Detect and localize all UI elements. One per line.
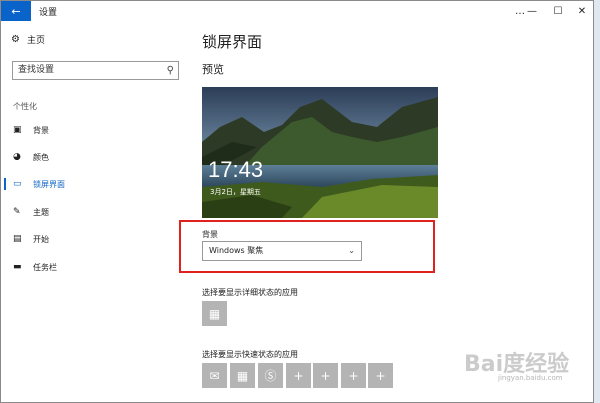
window-title: 设置 [39,8,58,18]
title-bar: ← 设置 … — ☐ ✕ [1,1,593,21]
maximize-button[interactable]: ☐ [545,1,571,21]
quick-status-calendar-tile[interactable]: ▦ [230,363,255,388]
background-label: 背景 [202,230,218,239]
calendar-icon: ▦ [236,368,249,383]
sidebar-item-background[interactable]: ▣ 背景 [1,121,191,139]
start-icon: ▤ [13,234,22,244]
sidebar: ⚙ 主页 查找设置 ⚲ 个性化 ▣ 背景 ◕ 颜色 ▭ 锁屏界面 ✎ 主题 ▤ … [1,21,191,402]
sidebar-item-start[interactable]: ▤ 开始 [1,230,191,248]
detail-status-app-tile[interactable]: ▦ [202,301,227,326]
plus-icon: + [293,368,304,383]
quick-status-skype-tile[interactable]: Ⓢ [258,363,283,388]
mail-icon: ✉ [209,368,220,383]
gear-icon: ⚙ [11,34,20,45]
plus-icon: + [375,368,386,383]
watermark-url: jingyan.baidu.com [498,374,563,382]
calendar-icon: ▦ [208,306,221,321]
plus-icon: + [348,368,359,383]
search-icon: ⚲ [166,65,174,76]
minimize-button[interactable]: — [519,1,545,21]
brush-icon: ✎ [13,207,21,217]
page-title: 锁屏界面 [202,33,263,51]
lock-screen-preview: 17:43 3月2日，星期五 [202,87,438,218]
taskbar-icon: ▬ [13,262,22,272]
preview-heading: 预览 [202,63,224,76]
settings-window: ← 设置 … — ☐ ✕ ⚙ 主页 查找设置 ⚲ 个性化 ▣ 背景 ◕ 颜色 ▭… [0,0,594,403]
quick-status-add-tile-1[interactable]: + [286,363,311,388]
image-icon: ▣ [13,125,22,135]
back-button[interactable]: ← [1,1,31,21]
quick-status-label: 选择要显示快速状态的应用 [202,350,298,359]
landscape-image [202,87,438,218]
quick-status-add-tile-2[interactable]: + [313,363,338,388]
quick-status-mail-tile[interactable]: ✉ [202,363,227,388]
back-arrow-icon: ← [11,4,21,18]
search-input[interactable]: 查找设置 ⚲ [12,61,179,80]
sidebar-item-lock-screen[interactable]: ▭ 锁屏界面 [1,175,191,193]
background-dropdown[interactable]: Windows 聚焦 ⌄ [202,241,362,261]
sidebar-item-colors[interactable]: ◕ 颜色 [1,148,191,166]
sidebar-item-themes[interactable]: ✎ 主题 [1,203,191,221]
quick-status-add-tile-3[interactable]: + [341,363,366,388]
detail-status-label: 选择要显示详细状态的应用 [202,288,298,297]
plus-icon: + [320,368,331,383]
quick-status-add-tile-4[interactable]: + [368,363,393,388]
close-button[interactable]: ✕ [569,1,593,21]
palette-icon: ◕ [13,152,21,162]
home-link[interactable]: ⚙ 主页 [11,33,45,46]
sidebar-item-taskbar[interactable]: ▬ 任务栏 [1,258,191,276]
preview-time: 17:43 [208,157,264,182]
lock-screen-icon: ▭ [13,179,22,189]
section-label: 个性化 [13,102,37,111]
preview-date: 3月2日，星期五 [210,188,261,196]
skype-icon: Ⓢ [264,369,277,383]
chevron-down-icon: ⌄ [348,246,355,255]
